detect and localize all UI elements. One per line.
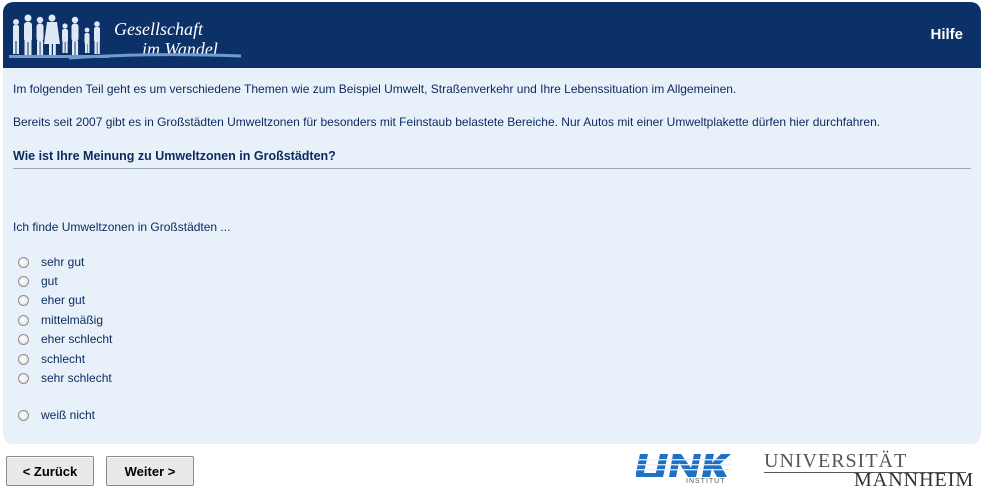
header-bar: Gesellschaft im Wandel Hilfe <box>3 2 981 68</box>
option-eher-gut[interactable]: eher gut <box>18 292 85 308</box>
link-institut-logo: INSTITUT <box>636 451 732 487</box>
logo-underline-swoosh <box>68 53 242 60</box>
help-link[interactable]: Hilfe <box>930 26 963 43</box>
radio-button[interactable] <box>18 409 29 421</box>
option-mittelmaessig[interactable]: mittelmäßig <box>18 312 103 328</box>
survey-panel: Gesellschaft im Wandel Hilfe Im folgende… <box>3 2 981 444</box>
option-label: sehr gut <box>41 255 85 269</box>
option-sehr-schlecht[interactable]: sehr schlecht <box>18 370 112 386</box>
option-label: mittelmäßig <box>41 313 104 327</box>
option-label: gut <box>41 274 58 288</box>
question-heading: Wie ist Ihre Meinung zu Umweltzonen in G… <box>13 149 336 163</box>
link-institut-subtitle: INSTITUT <box>686 478 726 485</box>
option-label: eher gut <box>41 293 86 307</box>
question-stem: Ich finde Umweltzonen in Großstädten ... <box>13 220 231 234</box>
study-logo: Gesellschaft im Wandel <box>9 8 249 64</box>
radio-button[interactable] <box>18 353 29 365</box>
university-mannheim-logo: UNIVERSITÄT MANNHEIM <box>764 450 975 491</box>
radio-button[interactable] <box>18 294 29 306</box>
back-button[interactable]: < Zurück <box>6 456 94 486</box>
option-label: weiß nicht <box>41 408 96 422</box>
option-label: eher schlecht <box>41 332 113 346</box>
option-schlecht[interactable]: schlecht <box>18 351 85 367</box>
radio-button[interactable] <box>18 372 29 384</box>
option-gut[interactable]: gut <box>18 273 58 289</box>
option-weiss-nicht[interactable]: weiß nicht <box>18 407 95 423</box>
option-label: schlecht <box>41 352 86 366</box>
radio-button[interactable] <box>18 275 29 287</box>
link-stripes-icon <box>636 454 732 477</box>
next-button[interactable]: Weiter > <box>106 456 194 486</box>
option-eher-schlecht[interactable]: eher schlecht <box>18 331 112 347</box>
radio-button[interactable] <box>18 256 29 268</box>
radio-button[interactable] <box>18 314 29 326</box>
university-line2: MANNHEIM <box>854 469 975 491</box>
intro-text-2: Bereits seit 2007 gibt es in Großstädten… <box>13 115 881 129</box>
option-label: sehr schlecht <box>41 371 112 385</box>
option-sehr-gut[interactable]: sehr gut <box>18 254 84 270</box>
question-divider <box>13 168 971 169</box>
intro-text-1: Im folgenden Teil geht es um verschieden… <box>13 82 737 96</box>
radio-button[interactable] <box>18 333 29 345</box>
